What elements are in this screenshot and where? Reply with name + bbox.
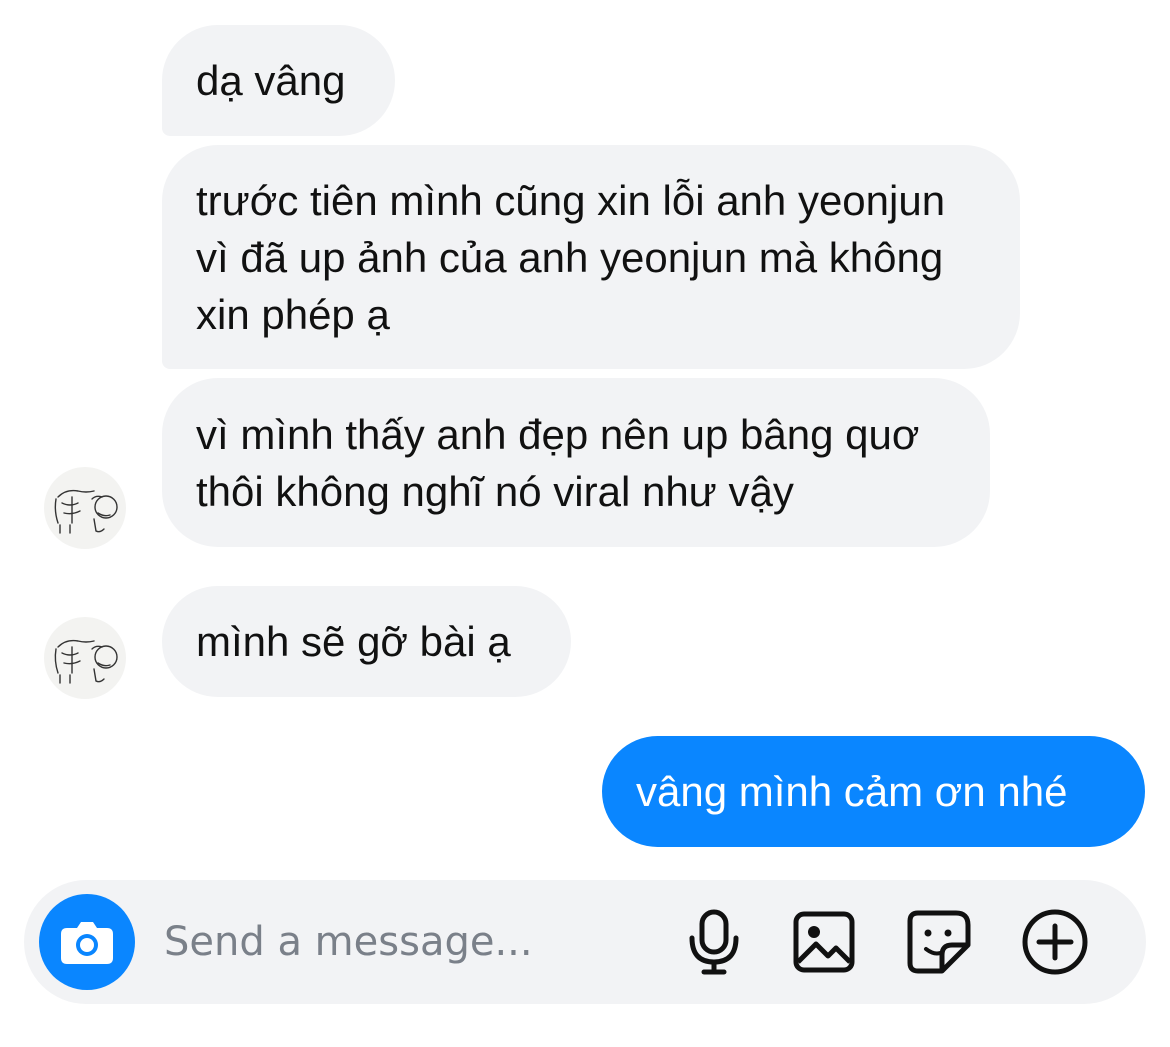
plus-circle-icon <box>1022 909 1088 975</box>
message-text: trước tiên mình cũng xin lỗi anh yeonjun… <box>196 176 946 338</box>
message-text: mình sẽ gỡ bài ạ <box>196 618 511 665</box>
message-bubble-outgoing[interactable]: vâng mình cảm ơn nhé <box>602 736 1145 847</box>
message-bubble-incoming[interactable]: dạ vâng <box>162 25 395 136</box>
avatar-sketch-icon <box>54 639 118 684</box>
image-icon <box>793 911 855 973</box>
message-bubble-incoming[interactable]: trước tiên mình cũng xin lỗi anh yeonjun… <box>162 145 1020 369</box>
message-text: dạ vâng <box>196 57 346 104</box>
message-bubble-incoming[interactable]: mình sẽ gỡ bài ạ <box>162 586 571 697</box>
camera-icon <box>61 922 113 964</box>
avatar-sketch-icon <box>54 489 118 534</box>
message-bubble-incoming[interactable]: vì mình thấy anh đẹp nên up bâng quơ thô… <box>162 378 990 547</box>
microphone-icon <box>689 909 739 975</box>
more-options-button[interactable] <box>1021 908 1089 976</box>
sticker-button[interactable] <box>905 908 973 976</box>
voice-message-button[interactable] <box>680 908 748 976</box>
sender-avatar[interactable] <box>44 467 126 549</box>
message-input[interactable] <box>164 910 674 974</box>
sender-avatar[interactable] <box>44 617 126 699</box>
message-composer <box>24 880 1146 1004</box>
message-text: vì mình thấy anh đẹp nên up bâng quơ thô… <box>196 410 920 515</box>
camera-button[interactable] <box>39 894 135 990</box>
sticker-icon <box>907 910 971 974</box>
gallery-button[interactable] <box>790 908 858 976</box>
message-text: vâng mình cảm ơn nhé <box>636 768 1068 815</box>
